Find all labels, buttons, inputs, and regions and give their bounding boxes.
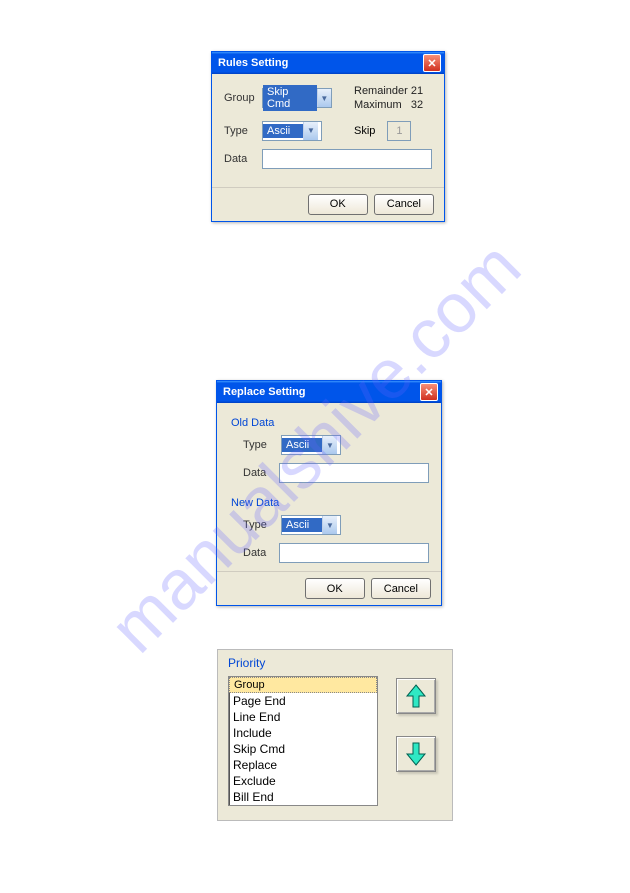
- type-select[interactable]: Ascii ▼: [262, 121, 322, 141]
- list-item[interactable]: Group: [229, 677, 377, 693]
- list-item[interactable]: Replace: [229, 757, 377, 773]
- skip-input[interactable]: [387, 121, 411, 141]
- replace-titlebar: Replace Setting ✕: [217, 381, 441, 403]
- list-item[interactable]: Exclude: [229, 773, 377, 789]
- chevron-down-icon: ▼: [322, 516, 337, 534]
- old-type-label: Type: [243, 439, 281, 451]
- remainder-label: Remainder: [354, 85, 408, 97]
- list-item[interactable]: Page End: [229, 693, 377, 709]
- cancel-button[interactable]: Cancel: [371, 578, 431, 599]
- priority-listbox[interactable]: GroupPage EndLine EndIncludeSkip CmdRepl…: [228, 676, 378, 806]
- new-data-field-label: Data: [243, 547, 279, 559]
- new-type-label: Type: [243, 519, 281, 531]
- arrow-down-icon: [405, 741, 427, 767]
- old-data-field-label: Data: [243, 467, 279, 479]
- close-icon[interactable]: ✕: [423, 54, 441, 72]
- priority-title: Priority: [228, 656, 442, 670]
- maximum-value: 32: [411, 99, 423, 111]
- replace-title: Replace Setting: [223, 386, 306, 398]
- maximum-label: Maximum: [354, 99, 402, 111]
- new-data-input[interactable]: [279, 543, 429, 563]
- old-data-label: Old Data: [231, 417, 429, 429]
- list-item[interactable]: Skip Cmd: [229, 741, 377, 757]
- arrow-up-icon: [405, 683, 427, 709]
- close-icon[interactable]: ✕: [420, 383, 438, 401]
- chevron-down-icon: ▼: [317, 89, 331, 107]
- data-label: Data: [224, 153, 262, 165]
- rules-title: Rules Setting: [218, 57, 288, 69]
- group-select[interactable]: Skip Cmd ▼: [262, 88, 332, 108]
- chevron-down-icon: ▼: [303, 122, 318, 140]
- ok-button[interactable]: OK: [305, 578, 365, 599]
- new-type-select[interactable]: Ascii ▼: [281, 515, 341, 535]
- chevron-down-icon: ▼: [322, 436, 337, 454]
- old-type-select[interactable]: Ascii ▼: [281, 435, 341, 455]
- list-item[interactable]: Line End: [229, 709, 377, 725]
- list-item[interactable]: Include: [229, 725, 377, 741]
- ok-button[interactable]: OK: [308, 194, 368, 215]
- cancel-button[interactable]: Cancel: [374, 194, 434, 215]
- rules-setting-dialog: Rules Setting ✕ Group Skip Cmd ▼ Remaind…: [211, 51, 445, 222]
- group-label: Group: [224, 92, 262, 104]
- remainder-value: 21: [411, 85, 423, 97]
- type-label: Type: [224, 125, 262, 137]
- move-down-button[interactable]: [396, 736, 436, 772]
- list-item[interactable]: Bill End: [229, 789, 377, 805]
- data-input[interactable]: [262, 149, 432, 169]
- new-data-label: New Data: [231, 497, 429, 509]
- old-data-input[interactable]: [279, 463, 429, 483]
- replace-setting-dialog: Replace Setting ✕ Old Data Type Ascii ▼ …: [216, 380, 442, 606]
- skip-label: Skip: [354, 125, 375, 137]
- priority-panel: Priority GroupPage EndLine EndIncludeSki…: [217, 649, 453, 821]
- rules-titlebar: Rules Setting ✕: [212, 52, 444, 74]
- move-up-button[interactable]: [396, 678, 436, 714]
